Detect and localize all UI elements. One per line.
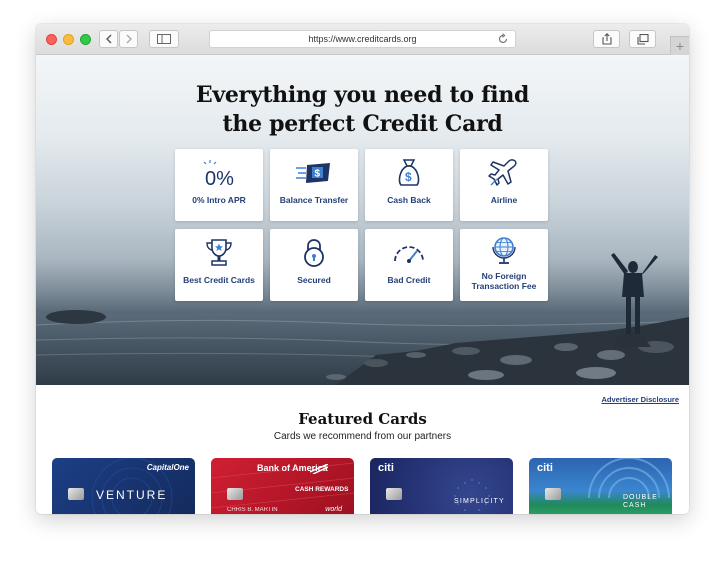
category-label-line-1: No Foreign bbox=[481, 271, 527, 281]
new-tab-button[interactable]: + bbox=[670, 36, 689, 55]
headline-line-2: the perfect Credit Card bbox=[222, 111, 503, 137]
chevron-right-icon bbox=[126, 34, 132, 44]
category-tile-secured[interactable]: Secured bbox=[270, 229, 358, 301]
tabs-icon bbox=[636, 33, 649, 45]
card-chip bbox=[386, 488, 402, 500]
flag-logo-icon bbox=[310, 464, 328, 474]
card-network: world bbox=[325, 506, 342, 513]
card-issuer-logo: citi bbox=[378, 462, 394, 474]
category-tile-cash-back[interactable]: $ Cash Back bbox=[365, 149, 453, 221]
hero-headline: Everything you need to find the perfect … bbox=[36, 81, 689, 139]
share-icon bbox=[601, 33, 612, 45]
category-label: Bad Credit bbox=[387, 275, 431, 285]
close-window-button[interactable] bbox=[46, 34, 57, 45]
card-issuer-logo: citi bbox=[537, 462, 553, 474]
category-tile-bad-credit[interactable]: Bad Credit bbox=[365, 229, 453, 301]
category-tile-balance-transfer[interactable]: $ Balance Transfer bbox=[270, 149, 358, 221]
share-button[interactable] bbox=[593, 30, 620, 48]
category-label: Best Credit Cards bbox=[183, 275, 255, 285]
category-label-line-2: Transaction Fee bbox=[471, 281, 537, 291]
address-bar[interactable]: https://www.creditcards.org bbox=[209, 30, 516, 48]
padlock-icon bbox=[270, 237, 358, 269]
category-label: 0% Intro APR bbox=[192, 195, 246, 205]
category-label: Airline bbox=[490, 195, 518, 205]
chevron-left-icon bbox=[105, 34, 111, 44]
back-button[interactable] bbox=[99, 30, 118, 48]
trophy-icon bbox=[175, 237, 263, 269]
featured-cards-title: Featured Cards bbox=[298, 410, 427, 428]
svg-text:$: $ bbox=[315, 169, 321, 180]
card-holder: CHRIS B. MARTIN bbox=[227, 507, 278, 513]
airplane-icon bbox=[460, 157, 548, 189]
gauge-icon bbox=[365, 237, 453, 269]
category-label: Balance Transfer bbox=[279, 195, 349, 205]
category-tile-no-foreign-fee[interactable]: No Foreign Transaction Fee bbox=[460, 229, 548, 301]
category-label: Cash Back bbox=[387, 195, 431, 205]
headline-line-1: Everything you need to find bbox=[195, 82, 530, 108]
category-label: Secured bbox=[297, 275, 331, 285]
card-issuer-logo: CapitalOne bbox=[146, 463, 189, 472]
tabs-overview-button[interactable] bbox=[629, 30, 656, 48]
zoom-window-button[interactable] bbox=[80, 34, 91, 45]
reload-icon[interactable] bbox=[497, 33, 509, 45]
card-chip bbox=[227, 488, 243, 500]
sidebar-toggle-button[interactable] bbox=[149, 30, 179, 48]
globe-icon bbox=[460, 235, 548, 267]
percent-icon-glyph: 0% bbox=[205, 168, 234, 189]
browser-window: https://www.creditcards.org + Everything… bbox=[36, 24, 689, 514]
category-tile-airline[interactable]: Airline bbox=[460, 149, 548, 221]
svg-text:$: $ bbox=[405, 170, 412, 184]
percent-icon: 0% bbox=[175, 157, 263, 189]
card-name: DOUBLE CASH bbox=[623, 494, 658, 509]
card-chip bbox=[545, 488, 561, 500]
card-bank-of-america[interactable]: Bank of America CASH REWARDS CHRIS B. MA… bbox=[211, 458, 354, 514]
minimize-window-button[interactable] bbox=[63, 34, 74, 45]
card-citi-simplicity[interactable]: citi SIMPLICITY bbox=[370, 458, 513, 514]
address-url: https://www.creditcards.org bbox=[308, 34, 417, 44]
balance-transfer-icon: $ bbox=[270, 157, 358, 189]
card-chip bbox=[68, 488, 84, 500]
card-capital-one-venture[interactable]: CapitalOne VENTURE bbox=[52, 458, 195, 514]
card-name: CASH REWARDS bbox=[295, 486, 349, 493]
card-citi-double-cash[interactable]: citi DOUBLE CASH bbox=[529, 458, 672, 514]
category-label: No Foreign Transaction Fee bbox=[462, 271, 546, 291]
category-tile-intro-apr[interactable]: 0% 0% Intro APR bbox=[175, 149, 263, 221]
forward-button[interactable] bbox=[119, 30, 138, 48]
money-bag-icon: $ bbox=[365, 157, 453, 189]
card-name: VENTURE bbox=[96, 488, 168, 502]
browser-toolbar: https://www.creditcards.org + bbox=[36, 24, 689, 55]
hero-section: Everything you need to find the perfect … bbox=[36, 55, 689, 385]
advertiser-disclosure-link[interactable]: Advertiser Disclosure bbox=[601, 395, 679, 404]
featured-cards-subtitle: Cards we recommend from our partners bbox=[273, 431, 452, 442]
card-name: SIMPLICITY bbox=[454, 498, 505, 505]
category-tile-best-credit-cards[interactable]: Best Credit Cards bbox=[175, 229, 263, 301]
sidebar-icon bbox=[157, 34, 171, 44]
